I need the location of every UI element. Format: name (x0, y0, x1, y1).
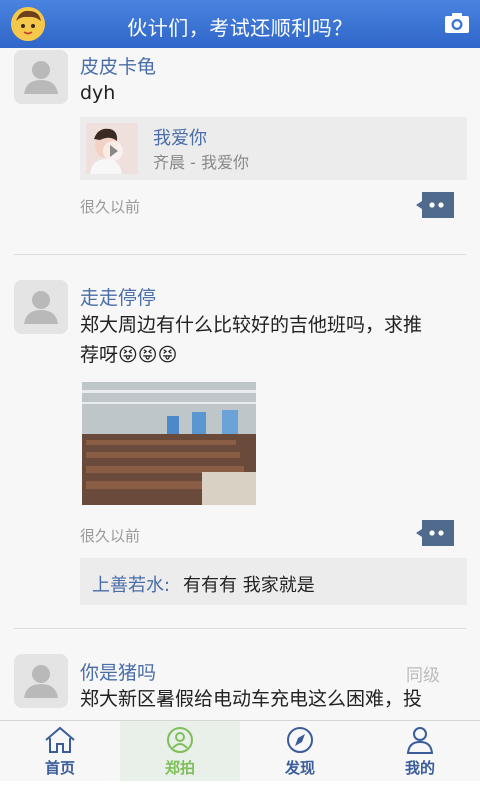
comment-icon[interactable] (416, 520, 454, 546)
divider (14, 628, 466, 629)
album-cover (86, 123, 138, 174)
tab-zhengpai-label: 郑拍 (164, 759, 195, 777)
default-avatar-icon[interactable] (14, 280, 68, 334)
grade-badge: 同级 (406, 666, 440, 686)
post-photo[interactable] (82, 382, 256, 505)
tab-discover[interactable]: 发现 (240, 721, 360, 781)
post-text-line-2: 荐呀😝😝😝 (80, 344, 178, 366)
tab-zhengpai[interactable]: 郑拍 (120, 721, 240, 781)
camera-icon[interactable] (444, 11, 470, 35)
tab-home[interactable]: 首页 (0, 721, 120, 781)
tab-discover-label: 发现 (284, 759, 315, 777)
tab-mine[interactable]: 我的 (360, 721, 480, 781)
tab-home-label: 首页 (44, 759, 75, 777)
compass-icon (283, 726, 317, 754)
system-bar (0, 781, 480, 800)
post-text: 郑大新区暑假给电动车充电这么困难，投 (80, 688, 423, 710)
reply-text: 有有有 我家就是 (183, 575, 315, 596)
tab-mine-label: 我的 (404, 759, 435, 777)
song-artist: 齐晨 - 我爱你 (153, 153, 249, 172)
home-icon (43, 726, 77, 754)
post-text: dyh (80, 82, 116, 104)
post-text-line-1: 郑大周边有什么比较好的吉他班吗，求推 (80, 314, 423, 336)
top-bar: 伙计们，考试还顺利吗？ (0, 0, 480, 48)
page-title: 伙计们，考试还顺利吗？ (127, 16, 353, 40)
song-title: 我爱你 (153, 128, 207, 149)
default-avatar-icon[interactable] (14, 654, 68, 708)
divider (14, 254, 466, 255)
post-time: 很久以前 (80, 198, 141, 216)
post-author[interactable]: 皮皮卡龟 (80, 52, 156, 79)
default-avatar-icon[interactable] (14, 50, 68, 104)
post-author[interactable]: 你是猪吗 (80, 658, 156, 685)
post-author[interactable]: 走走停停 (80, 283, 156, 310)
music-card[interactable]: 我爱你 齐晨 - 我爱你 (80, 117, 467, 180)
reply-item[interactable]: 上善若水: 有有有 我家就是 (80, 558, 467, 605)
comment-icon[interactable] (416, 192, 454, 218)
zhengpai-icon (163, 726, 197, 754)
profile-icon (403, 726, 437, 754)
reply-author[interactable]: 上善若水: (92, 571, 170, 597)
post-time: 很久以前 (80, 527, 141, 545)
feed-list[interactable]: 皮皮卡龟 dyh 我爱你 齐晨 - 我爱你 很久以前 走走停停 郑大周边有什么比… (0, 48, 480, 720)
bottom-nav: 首页 郑拍 发现 我的 (0, 720, 480, 781)
